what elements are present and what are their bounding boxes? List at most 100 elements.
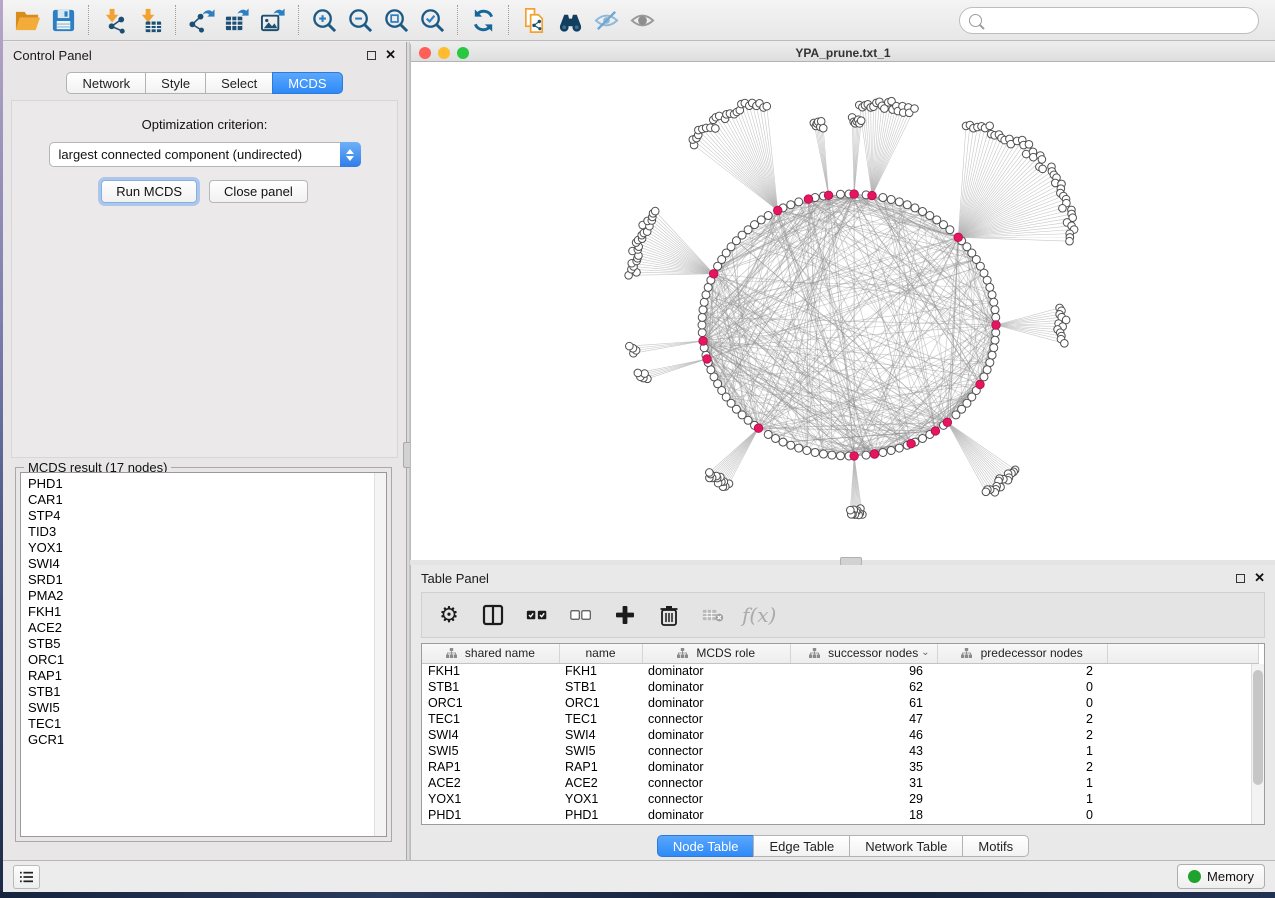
maximize-window-icon[interactable] — [457, 47, 469, 59]
task-history-button[interactable] — [13, 865, 40, 889]
network-titlebar[interactable]: YPA_prune.txt_1 — [411, 44, 1275, 62]
mcds-result-group: MCDS result (17 nodes) PHD1CAR1STP4TID3Y… — [15, 467, 392, 842]
run-mcds-button[interactable]: Run MCDS — [101, 180, 197, 203]
dropdown-stepper-icon — [340, 142, 361, 167]
search-field[interactable] — [959, 7, 1259, 34]
table-panel-title: Table Panel — [421, 571, 489, 586]
list-item[interactable]: PHD1 — [28, 476, 386, 492]
list-item[interactable]: TEC1 — [28, 716, 386, 732]
show-columns-button[interactable] — [478, 600, 508, 630]
show-button[interactable] — [624, 3, 660, 37]
delete-column-button[interactable] — [654, 600, 684, 630]
close-panel-button[interactable]: Close panel — [209, 180, 308, 203]
zoom-out-button[interactable] — [342, 3, 378, 37]
list-item[interactable]: SWI5 — [28, 700, 386, 716]
fx-icon: f(x) — [742, 603, 776, 627]
import-table-button[interactable] — [132, 3, 168, 37]
tab-edge-table[interactable]: Edge Table — [753, 835, 849, 857]
close-window-icon[interactable] — [419, 47, 431, 59]
table-row[interactable]: YOX1YOX1connector291 — [422, 791, 1258, 807]
tab-mcds[interactable]: MCDS — [272, 72, 342, 94]
minimize-window-icon[interactable] — [438, 47, 450, 59]
table-row[interactable]: TEC1TEC1connector472 — [422, 711, 1258, 727]
trash-icon — [658, 604, 680, 626]
zoom-in-button[interactable] — [306, 3, 342, 37]
column-header-predecessor-nodes[interactable]: predecessor nodes — [937, 644, 1107, 663]
result-list-scrollbar[interactable] — [374, 473, 386, 836]
float-panel-icon[interactable] — [367, 51, 376, 60]
list-item[interactable]: FKH1 — [28, 604, 386, 620]
find-button[interactable] — [552, 3, 588, 37]
table-panel-titlebar: Table Panel ✕ — [411, 565, 1275, 591]
app-window: Control Panel ✕ Network Style Select MCD… — [3, 0, 1275, 892]
list-item[interactable]: STB5 — [28, 636, 386, 652]
refresh-button[interactable] — [465, 3, 501, 37]
tab-node-table[interactable]: Node Table — [657, 835, 754, 857]
list-item[interactable]: TID3 — [28, 524, 386, 540]
table-row[interactable]: PHD1PHD1dominator180 — [422, 807, 1258, 823]
list-item[interactable]: ORC1 — [28, 652, 386, 668]
list-item[interactable]: STB1 — [28, 684, 386, 700]
tab-network-table[interactable]: Network Table — [849, 835, 962, 857]
criterion-dropdown[interactable]: largest connected component (undirected) — [49, 142, 361, 167]
table-row[interactable]: SWI5SWI5connector431 — [422, 743, 1258, 759]
tab-network[interactable]: Network — [66, 72, 145, 94]
tab-style[interactable]: Style — [145, 72, 205, 94]
network-canvas[interactable] — [411, 63, 1275, 560]
column-header-shared-name[interactable]: shared name — [422, 644, 559, 663]
delete-table-button[interactable] — [698, 600, 728, 630]
add-column-button[interactable] — [610, 600, 640, 630]
column-header-successor-nodes[interactable]: successor nodes ⌄ — [790, 644, 937, 663]
table-row[interactable]: ORC1ORC1dominator610 — [422, 695, 1258, 711]
column-header-name[interactable]: name — [559, 644, 642, 663]
list-item[interactable]: GCR1 — [28, 732, 386, 748]
deselect-all-button[interactable] — [566, 600, 596, 630]
function-builder-button[interactable]: f(x) — [742, 600, 776, 630]
tab-select[interactable]: Select — [205, 72, 272, 94]
list-item[interactable]: ACE2 — [28, 620, 386, 636]
mcds-result-list[interactable]: PHD1CAR1STP4TID3YOX1SWI4SRD1PMA2FKH1ACE2… — [20, 472, 387, 837]
column-header-mcds-role[interactable]: MCDS role — [642, 644, 790, 663]
attribute-icon — [446, 648, 457, 658]
table-row[interactable]: FKH1FKH1dominator962 — [422, 663, 1258, 679]
hide-button[interactable] — [588, 3, 624, 37]
list-item[interactable]: SRD1 — [28, 572, 386, 588]
export-table-button[interactable] — [219, 3, 255, 37]
export-image-button[interactable] — [255, 3, 291, 37]
open-folder-icon — [14, 7, 41, 34]
close-panel-icon[interactable]: ✕ — [385, 50, 396, 60]
table-row[interactable]: STB1STB1dominator620 — [422, 679, 1258, 695]
table-scrollbar[interactable] — [1251, 664, 1264, 824]
memory-button[interactable]: Memory — [1177, 864, 1265, 889]
import-network-button[interactable] — [96, 3, 132, 37]
network-window: YPA_prune.txt_1 — [410, 44, 1275, 560]
float-table-panel-icon[interactable] — [1236, 574, 1245, 583]
zoom-fit-button[interactable] — [378, 3, 414, 37]
list-item[interactable]: YOX1 — [28, 540, 386, 556]
table-row[interactable]: RAP1RAP1dominator352 — [422, 759, 1258, 775]
list-item[interactable]: RAP1 — [28, 668, 386, 684]
sort-chevron-icon[interactable]: ⌄ — [921, 647, 929, 658]
table-scrollbar-thumb[interactable] — [1253, 670, 1263, 785]
table-row[interactable]: SWI4SWI4dominator462 — [422, 727, 1258, 743]
import-table-icon — [137, 7, 164, 34]
clone-network-icon — [521, 7, 548, 34]
open-file-button[interactable] — [9, 3, 45, 37]
main-toolbar — [3, 0, 1275, 41]
zoom-selected-icon — [419, 7, 446, 34]
search-input[interactable] — [989, 12, 1249, 29]
list-item[interactable]: STP4 — [28, 508, 386, 524]
save-session-button[interactable] — [45, 3, 81, 37]
select-all-button[interactable] — [522, 600, 552, 630]
list-item[interactable]: SWI4 — [28, 556, 386, 572]
close-table-panel-icon[interactable]: ✕ — [1254, 573, 1265, 583]
list-item[interactable]: CAR1 — [28, 492, 386, 508]
list-item[interactable]: PMA2 — [28, 588, 386, 604]
tab-motifs[interactable]: Motifs — [962, 835, 1029, 857]
export-network-button[interactable] — [183, 3, 219, 37]
zoom-selected-button[interactable] — [414, 3, 450, 37]
clone-network-button[interactable] — [516, 3, 552, 37]
column-header-filler — [1107, 644, 1258, 663]
table-row[interactable]: ACE2ACE2connector311 — [422, 775, 1258, 791]
table-settings-button[interactable]: ⚙ — [434, 600, 464, 630]
